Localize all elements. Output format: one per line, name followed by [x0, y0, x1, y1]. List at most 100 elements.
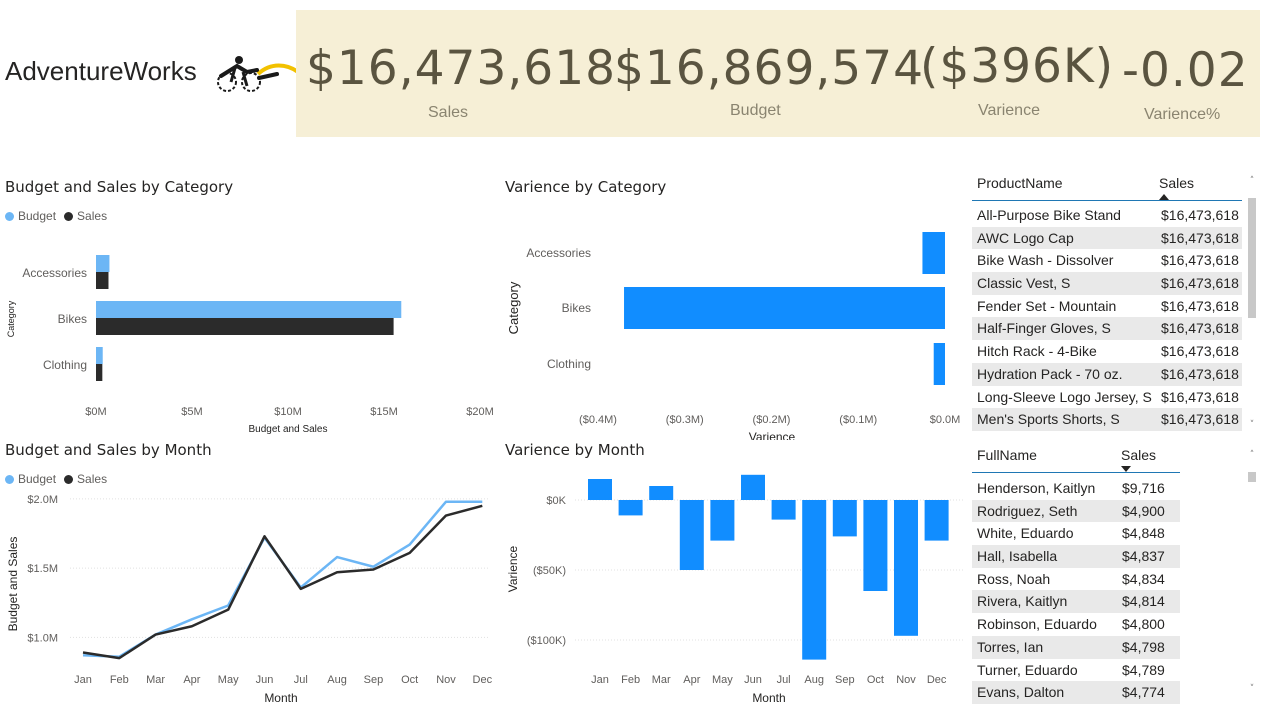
scroll-down-icon[interactable]: ˅ [1247, 684, 1257, 694]
table-row[interactable]: All-Purpose Bike Stand $16,473,618 [972, 204, 1242, 227]
chart-budget-sales-month: $1.0M $1.5M $2.0M Jan Feb Mar Apr May Jun Jul Aug S… [6, 494, 493, 705]
table-row[interactable]: AWC Logo Cap $16,473,618 [972, 226, 1242, 250]
cell-name: Half-Finger Gloves, S [977, 320, 1111, 337]
column-header-productname[interactable]: ProductName [977, 175, 1063, 191]
cell-name: White, Eduardo [977, 525, 1074, 542]
variance-bar [924, 500, 949, 541]
table-row[interactable]: Henderson, Kaitlyn $9,716 [972, 477, 1180, 500]
table-row[interactable]: Men's Sports Shorts, S $16,473,618 [972, 408, 1242, 431]
variance-bar [922, 232, 945, 274]
x-tick-label: Dec [473, 674, 493, 686]
x-tick-label: ($0.4M) [579, 414, 617, 426]
y-tick-label: $0K [546, 495, 566, 507]
variance-bar [741, 474, 765, 500]
cell-sales: $4,798 [1122, 638, 1165, 655]
scroll-thumb[interactable] [1248, 198, 1256, 318]
cell-sales: $16,473,618 [1161, 207, 1239, 223]
cell-name: Turner, Eduardo [977, 661, 1078, 678]
y-tick-label: ($50K) [533, 565, 566, 577]
cell-sales: $16,473,618 [1161, 275, 1239, 292]
x-tick-label: Mar [146, 674, 165, 686]
column-header-sales[interactable]: Sales [1159, 175, 1194, 191]
y-tick-label: $2.0M [27, 494, 58, 506]
table-row[interactable]: Ross, Noah $4,834 [972, 568, 1180, 591]
x-tick-label: Oct [401, 674, 418, 686]
x-tick-label: Sep [835, 674, 855, 686]
y-axis-title: Category [506, 281, 521, 334]
column-header-fullname[interactable]: FullName [977, 447, 1037, 463]
x-tick-label: Feb [110, 674, 129, 686]
legend-sales-label: Sales [77, 472, 108, 486]
cell-name: Hitch Rack - 4-Bike [977, 343, 1097, 360]
table-row[interactable]: Rodriguez, Seth $4,900 [972, 499, 1180, 523]
table-row[interactable]: Hall, Isabella $4,837 [972, 545, 1180, 568]
scroll-up-icon[interactable]: ˄ [1247, 176, 1257, 186]
kpi-variance-label: Varience [978, 102, 1040, 119]
variance-bar [802, 500, 827, 660]
x-tick-label: Jul [294, 674, 308, 686]
y-axis-title: Varience [506, 545, 520, 592]
cell-sales: $4,789 [1122, 661, 1165, 678]
variance-bar [933, 343, 945, 385]
x-axis-title: Varience [749, 430, 796, 440]
customer-sales-table: FullName Sales Henderson, Kaitlyn $9,716 R… [972, 444, 1180, 704]
x-tick-label: May [712, 674, 733, 686]
x-tick-label: Nov [436, 674, 456, 686]
table-row[interactable]: Torres, Ian $4,798 [972, 635, 1180, 659]
scroll-thumb[interactable] [1248, 472, 1256, 482]
sort-ascending-icon[interactable] [1159, 194, 1169, 200]
table-row[interactable]: Fender Set - Mountain $16,473,618 [972, 295, 1242, 318]
variance-bar [894, 500, 918, 636]
table-row[interactable]: Bike Wash - Dissolver $16,473,618 [972, 249, 1242, 272]
cell-name: AWC Logo Cap [977, 229, 1074, 246]
cell-name: Robinson, Eduardo [977, 616, 1097, 633]
legend-budget-swatch [5, 474, 14, 484]
variance-bar [624, 287, 945, 329]
x-axis-title: Month [264, 691, 297, 705]
column-header-sales[interactable]: Sales [1121, 447, 1156, 463]
x-tick-label: Aug [327, 674, 347, 686]
y-tick-label: $1.5M [27, 563, 58, 575]
category-label: Clothing [43, 358, 87, 372]
table-row[interactable]: Long-Sleeve Logo Jersey, S $16,473,618 [972, 386, 1242, 409]
customer-table-scrollbar[interactable]: ˄ ˅ [1247, 450, 1257, 694]
table-row[interactable]: White, Eduardo $4,848 [972, 522, 1180, 545]
cell-sales: $4,800 [1122, 616, 1165, 633]
kpi-variance-value: ($396K) [920, 39, 1115, 94]
x-tick-label: Dec [927, 674, 947, 686]
table-row[interactable]: Robinson, Eduardo $4,800 [972, 613, 1180, 636]
variance-bar [710, 500, 735, 541]
cell-name: Hall, Isabella [977, 548, 1058, 565]
table-row[interactable]: Hydration Pack - 70 oz. $16,473,618 [972, 362, 1242, 386]
x-tick-label: Jun [256, 674, 274, 686]
budget-bar [96, 301, 402, 318]
variance-bar [771, 500, 796, 520]
cell-name: Henderson, Kaitlyn [977, 480, 1096, 496]
category-label: Bikes [562, 301, 591, 315]
x-tick-label: $20M [466, 406, 494, 418]
x-axis-title: Month [752, 691, 785, 705]
kpi-variance-pct-label: Varience% [1144, 106, 1221, 123]
cell-sales: $16,473,618 [1161, 297, 1239, 314]
product-table-scrollbar[interactable]: ˄ ˅ [1247, 176, 1257, 430]
x-tick-label: Apr [683, 674, 700, 686]
budget-bar [96, 347, 103, 364]
scroll-down-icon[interactable]: ˅ [1247, 420, 1257, 430]
table-row[interactable]: Classic Vest, S $16,473,618 [972, 272, 1242, 295]
legend-sales-label: Sales [77, 209, 108, 223]
legend-sales-swatch [64, 474, 74, 484]
cell-name: Long-Sleeve Logo Jersey, S [977, 388, 1152, 405]
chart-title-variance-category: Varience by Category [505, 178, 667, 196]
table-row[interactable]: Hitch Rack - 4-Bike $16,473,618 [972, 340, 1242, 363]
table-row[interactable]: Evans, Dalton $4,774 [972, 681, 1180, 704]
table-row[interactable]: Rivera, Kaitlyn $4,814 [972, 590, 1180, 614]
budget-bar [96, 255, 110, 272]
sort-descending-icon[interactable] [1121, 466, 1131, 472]
category-label: Accessories [22, 266, 87, 280]
scroll-up-icon[interactable]: ˄ [1247, 450, 1257, 460]
sales-bar [96, 318, 394, 335]
cell-sales: $4,848 [1122, 525, 1165, 542]
table-row[interactable]: Turner, Eduardo $4,789 [972, 659, 1180, 682]
table-row[interactable]: Half-Finger Gloves, S $16,473,618 [972, 317, 1242, 341]
x-tick-label: Apr [183, 674, 200, 686]
